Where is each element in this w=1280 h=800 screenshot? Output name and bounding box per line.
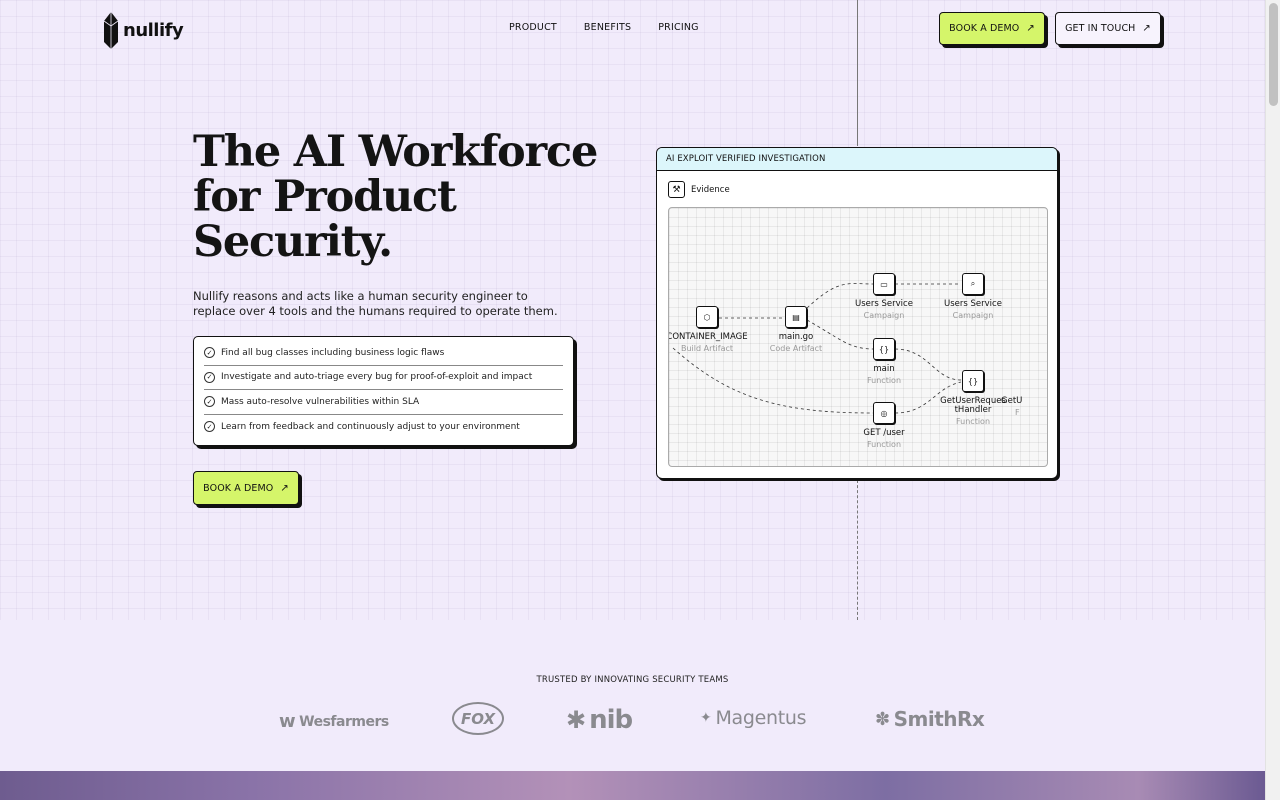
nib-logo: ✱ nib (566, 705, 633, 735)
feature-list: ✓ Find all bug classes including busines… (193, 336, 574, 446)
arrow-up-right-icon: ↗ (1026, 23, 1035, 34)
graph-node-container-image[interactable]: ⬡ CONTAINER_IMAGE Build Artifact (669, 306, 757, 353)
flower-mark-icon: ✽ (875, 708, 890, 730)
customer-logos: w Wesfarmers FOX ✱ nib ✦ Magentus ✽ Smit… (0, 700, 1265, 740)
feature-item: ✓ Find all bug classes including busines… (204, 341, 563, 366)
brand-name: nullify (123, 20, 184, 41)
evidence-graph[interactable]: ⬡ CONTAINER_IMAGE Build Artifact ▤ main.… (668, 207, 1048, 467)
graph-node-partial[interactable]: GetU F (1001, 370, 1047, 418)
wesfarmers-logo: w Wesfarmers (279, 711, 389, 732)
nav-link-pricing[interactable]: PRICING (658, 22, 698, 33)
scrollbar-thumb[interactable] (1269, 3, 1278, 106)
divider-line-dashed (857, 480, 858, 620)
evidence-label: Evidence (691, 184, 730, 195)
nav-link-product[interactable]: PRODUCT (509, 22, 557, 33)
feature-item: ✓ Mass auto-resolve vulnerabilities with… (204, 390, 563, 415)
graph-node-users-service[interactable]: ▭ Users Service Campaign (834, 273, 934, 320)
check-circle-icon: ✓ (204, 371, 215, 383)
graph-node-main[interactable]: {} main Function (834, 338, 934, 385)
book-demo-label: BOOK A DEMO (949, 23, 1020, 34)
braces-icon: {} (962, 370, 984, 392)
feature-item: ✓ Investigate and auto-triage every bug … (204, 366, 563, 390)
feature-text: Learn from feedback and continuously adj… (221, 421, 520, 432)
arrow-up-right-icon: ↗ (280, 482, 289, 494)
file-icon: ▤ (785, 306, 807, 328)
check-circle-icon: ✓ (204, 347, 215, 359)
cube-icon: ⬡ (696, 306, 718, 328)
book-demo-hero-button[interactable]: BOOK A DEMO ↗ (193, 471, 299, 505)
book-demo-label: BOOK A DEMO (203, 482, 274, 494)
feature-text: Find all bug classes including business … (221, 347, 445, 358)
arrow-up-right-icon: ↗ (1142, 23, 1151, 34)
panel-header: AI EXPLOIT VERIFIED INVESTIGATION (657, 148, 1057, 171)
check-circle-icon: ✓ (204, 396, 215, 408)
feature-item: ✓ Learn from feedback and continuously a… (204, 415, 563, 440)
crystal-logo-icon (103, 12, 119, 49)
hero-title: The AI Workforce for Product Security. (193, 127, 598, 267)
feature-text: Mass auto-resolve vulnerabilities within… (221, 396, 420, 407)
fox-sports-logo: FOX (452, 702, 504, 735)
next-section-image-strip (0, 771, 1265, 800)
divider-line (857, 0, 858, 146)
folder-icon: ▭ (873, 273, 895, 295)
nav-link-benefits[interactable]: BENEFITS (584, 22, 631, 33)
globe-icon: ◎ (873, 402, 895, 424)
graph-node-get-user[interactable]: ◎ GET /user Function (834, 402, 934, 449)
get-in-touch-button[interactable]: GET IN TOUCH ↗ (1055, 12, 1161, 45)
hero-subtitle: Nullify reasons and acts like a human se… (193, 289, 558, 318)
book-demo-nav-button[interactable]: BOOK A DEMO ↗ (939, 12, 1045, 45)
graph-node-users-service-2[interactable]: ⌕ Users Service Campaign (923, 273, 1023, 320)
sparkle-mark-icon: ✦ (700, 710, 712, 726)
investigation-panel: AI EXPLOIT VERIFIED INVESTIGATION ⚒ Evid… (656, 147, 1058, 479)
magentus-logo: ✦ Magentus (700, 707, 807, 729)
page-scrollbar[interactable] (1265, 0, 1280, 800)
get-in-touch-label: GET IN TOUCH (1065, 23, 1136, 34)
w-mark-icon: w (279, 711, 296, 732)
asterisk-mark-icon: ✱ (566, 706, 586, 734)
main-nav: PRODUCT BENEFITS PRICING (509, 22, 699, 33)
feature-text: Investigate and auto-triage every bug fo… (221, 372, 533, 383)
brand-logo[interactable]: nullify (103, 12, 184, 49)
trusted-label: TRUSTED BY INNOVATING SECURITY TEAMS (536, 675, 729, 685)
hero-grid-background (0, 0, 1265, 620)
folder-search-icon: ⌕ (962, 273, 984, 295)
braces-icon: {} (873, 338, 895, 360)
evidence-tab[interactable]: ⚒ Evidence (668, 181, 730, 198)
smithrx-logo: ✽ SmithRx (875, 707, 985, 731)
check-circle-icon: ✓ (204, 421, 215, 433)
graph-node-main-go[interactable]: ▤ main.go Code Artifact (746, 306, 846, 353)
magic-wand-icon: ⚒ (668, 181, 685, 198)
